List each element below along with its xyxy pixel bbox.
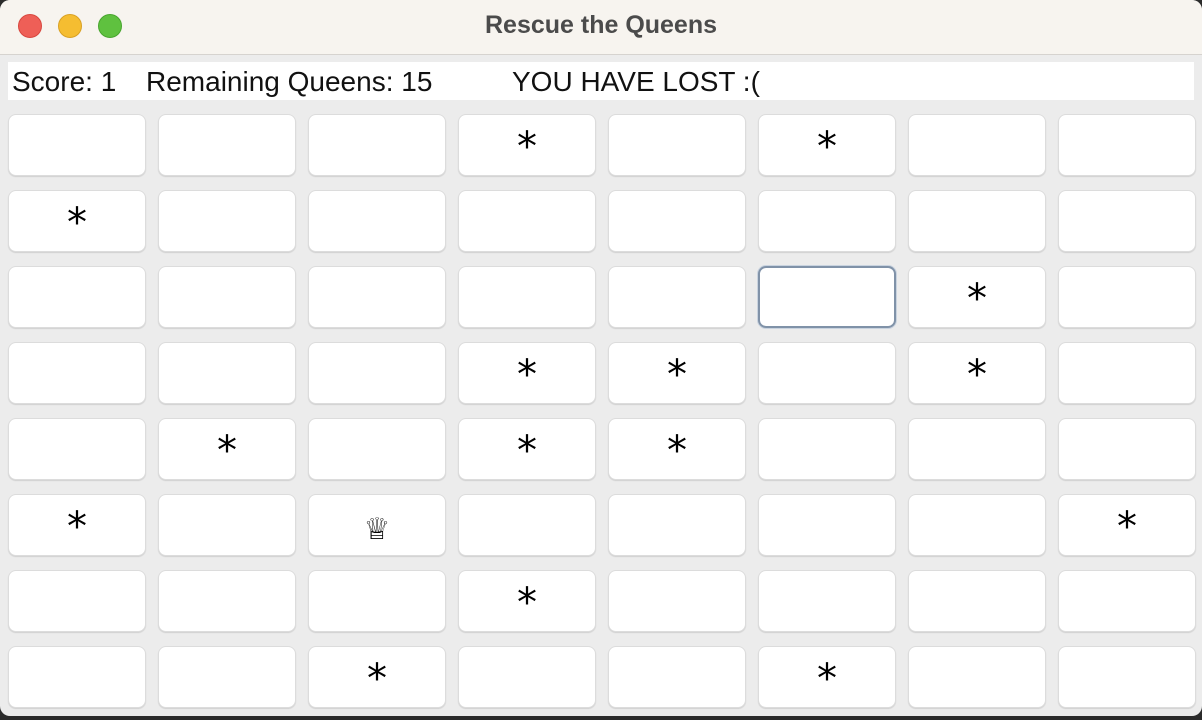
board-cell-r7-c3[interactable] <box>458 646 596 708</box>
board-cell-r2-c6[interactable]: * <box>908 266 1046 328</box>
asterisk-mark: * <box>667 428 687 474</box>
board-cell-r4-c1[interactable]: * <box>158 418 296 480</box>
asterisk-mark: * <box>517 124 537 170</box>
board-cell-r1-c1[interactable] <box>158 190 296 252</box>
board-cell-r1-c3[interactable] <box>458 190 596 252</box>
board-cell-r3-c0[interactable] <box>8 342 146 404</box>
board-cell-r6-c2[interactable] <box>308 570 446 632</box>
board-cell-r2-c2[interactable] <box>308 266 446 328</box>
asterisk-mark: * <box>67 200 87 246</box>
board-cell-r5-c7[interactable]: * <box>1058 494 1196 556</box>
board-cell-r7-c5[interactable]: * <box>758 646 896 708</box>
board-cell-r6-c1[interactable] <box>158 570 296 632</box>
asterisk-mark: * <box>217 428 237 474</box>
board-cell-r3-c4[interactable]: * <box>608 342 746 404</box>
board-cell-r0-c0[interactable] <box>8 114 146 176</box>
board-cell-r6-c6[interactable] <box>908 570 1046 632</box>
board-cell-r0-c3[interactable]: * <box>458 114 596 176</box>
game-board: * * * * * * * * * * * ♕ * * * * <box>8 114 1196 708</box>
board-cell-r0-c2[interactable] <box>308 114 446 176</box>
board-cell-r4-c4[interactable]: * <box>608 418 746 480</box>
board-cell-r6-c5[interactable] <box>758 570 896 632</box>
board-cell-r5-c4[interactable] <box>608 494 746 556</box>
board-cell-r4-c6[interactable] <box>908 418 1046 480</box>
remaining-queens-label: Remaining Queens: 15 <box>146 66 433 97</box>
board-cell-r0-c4[interactable] <box>608 114 746 176</box>
queen-icon: ♕ <box>363 511 391 547</box>
board-cell-r3-c5[interactable] <box>758 342 896 404</box>
asterisk-mark: * <box>367 656 387 702</box>
board-cell-r7-c6[interactable] <box>908 646 1046 708</box>
asterisk-mark: * <box>967 352 987 398</box>
board-cell-r5-c3[interactable] <box>458 494 596 556</box>
score-label: Score: 1 <box>12 66 117 97</box>
board-cell-r3-c3[interactable]: * <box>458 342 596 404</box>
board-cell-r0-c5[interactable]: * <box>758 114 896 176</box>
app-window: Rescue the Queens Score: 1 Remaining Que… <box>0 0 1202 716</box>
board-cell-r3-c7[interactable] <box>1058 342 1196 404</box>
window-title: Rescue the Queens <box>484 11 718 39</box>
asterisk-mark: * <box>517 580 537 626</box>
board-cell-r2-c7[interactable] <box>1058 266 1196 328</box>
board-cell-r1-c0[interactable]: * <box>8 190 146 252</box>
board-cell-r7-c1[interactable] <box>158 646 296 708</box>
game-result-label: YOU HAVE LOST :( <box>512 66 760 97</box>
board-cell-r3-c2[interactable] <box>308 342 446 404</box>
board-cell-r7-c0[interactable] <box>8 646 146 708</box>
board-cell-r2-c5[interactable] <box>758 266 896 328</box>
board-cell-r2-c3[interactable] <box>458 266 596 328</box>
asterisk-mark: * <box>817 656 837 702</box>
board-cell-r2-c0[interactable] <box>8 266 146 328</box>
board-cell-r4-c5[interactable] <box>758 418 896 480</box>
asterisk-mark: * <box>517 352 537 398</box>
asterisk-mark: * <box>517 428 537 474</box>
board-cell-r6-c7[interactable] <box>1058 570 1196 632</box>
board-cell-r2-c1[interactable] <box>158 266 296 328</box>
board-cell-r7-c2[interactable]: * <box>308 646 446 708</box>
board-cell-r5-c6[interactable] <box>908 494 1046 556</box>
board-cell-r6-c4[interactable] <box>608 570 746 632</box>
asterisk-mark: * <box>817 124 837 170</box>
board-cell-r1-c5[interactable] <box>758 190 896 252</box>
asterisk-mark: * <box>1117 504 1137 550</box>
board-cell-r6-c3[interactable]: * <box>458 570 596 632</box>
board-cell-r7-c4[interactable] <box>608 646 746 708</box>
board-cell-r5-c5[interactable] <box>758 494 896 556</box>
title-bar: Rescue the Queens <box>0 0 1202 55</box>
board-cell-r3-c1[interactable] <box>158 342 296 404</box>
board-cell-r4-c3[interactable]: * <box>458 418 596 480</box>
status-bar: Score: 1 Remaining Queens: 15 YOU HAVE L… <box>8 62 1194 100</box>
board-cell-r0-c1[interactable] <box>158 114 296 176</box>
board-cell-r5-c0[interactable]: * <box>8 494 146 556</box>
board-cell-r1-c2[interactable] <box>308 190 446 252</box>
board-cell-r4-c0[interactable] <box>8 418 146 480</box>
board-cell-r7-c7[interactable] <box>1058 646 1196 708</box>
asterisk-mark: * <box>67 504 87 550</box>
asterisk-mark: * <box>667 352 687 398</box>
board-cell-r1-c6[interactable] <box>908 190 1046 252</box>
board-cell-r1-c4[interactable] <box>608 190 746 252</box>
board-cell-r4-c7[interactable] <box>1058 418 1196 480</box>
board-cell-r4-c2[interactable] <box>308 418 446 480</box>
board-cell-r2-c4[interactable] <box>608 266 746 328</box>
board-cell-r0-c6[interactable] <box>908 114 1046 176</box>
board-cell-r6-c0[interactable] <box>8 570 146 632</box>
board-cell-r5-c2[interactable]: ♕ <box>308 494 446 556</box>
board-cell-r1-c7[interactable] <box>1058 190 1196 252</box>
board-cell-r0-c7[interactable] <box>1058 114 1196 176</box>
board-cell-r5-c1[interactable] <box>158 494 296 556</box>
board-cell-r3-c6[interactable]: * <box>908 342 1046 404</box>
asterisk-mark: * <box>967 276 987 322</box>
